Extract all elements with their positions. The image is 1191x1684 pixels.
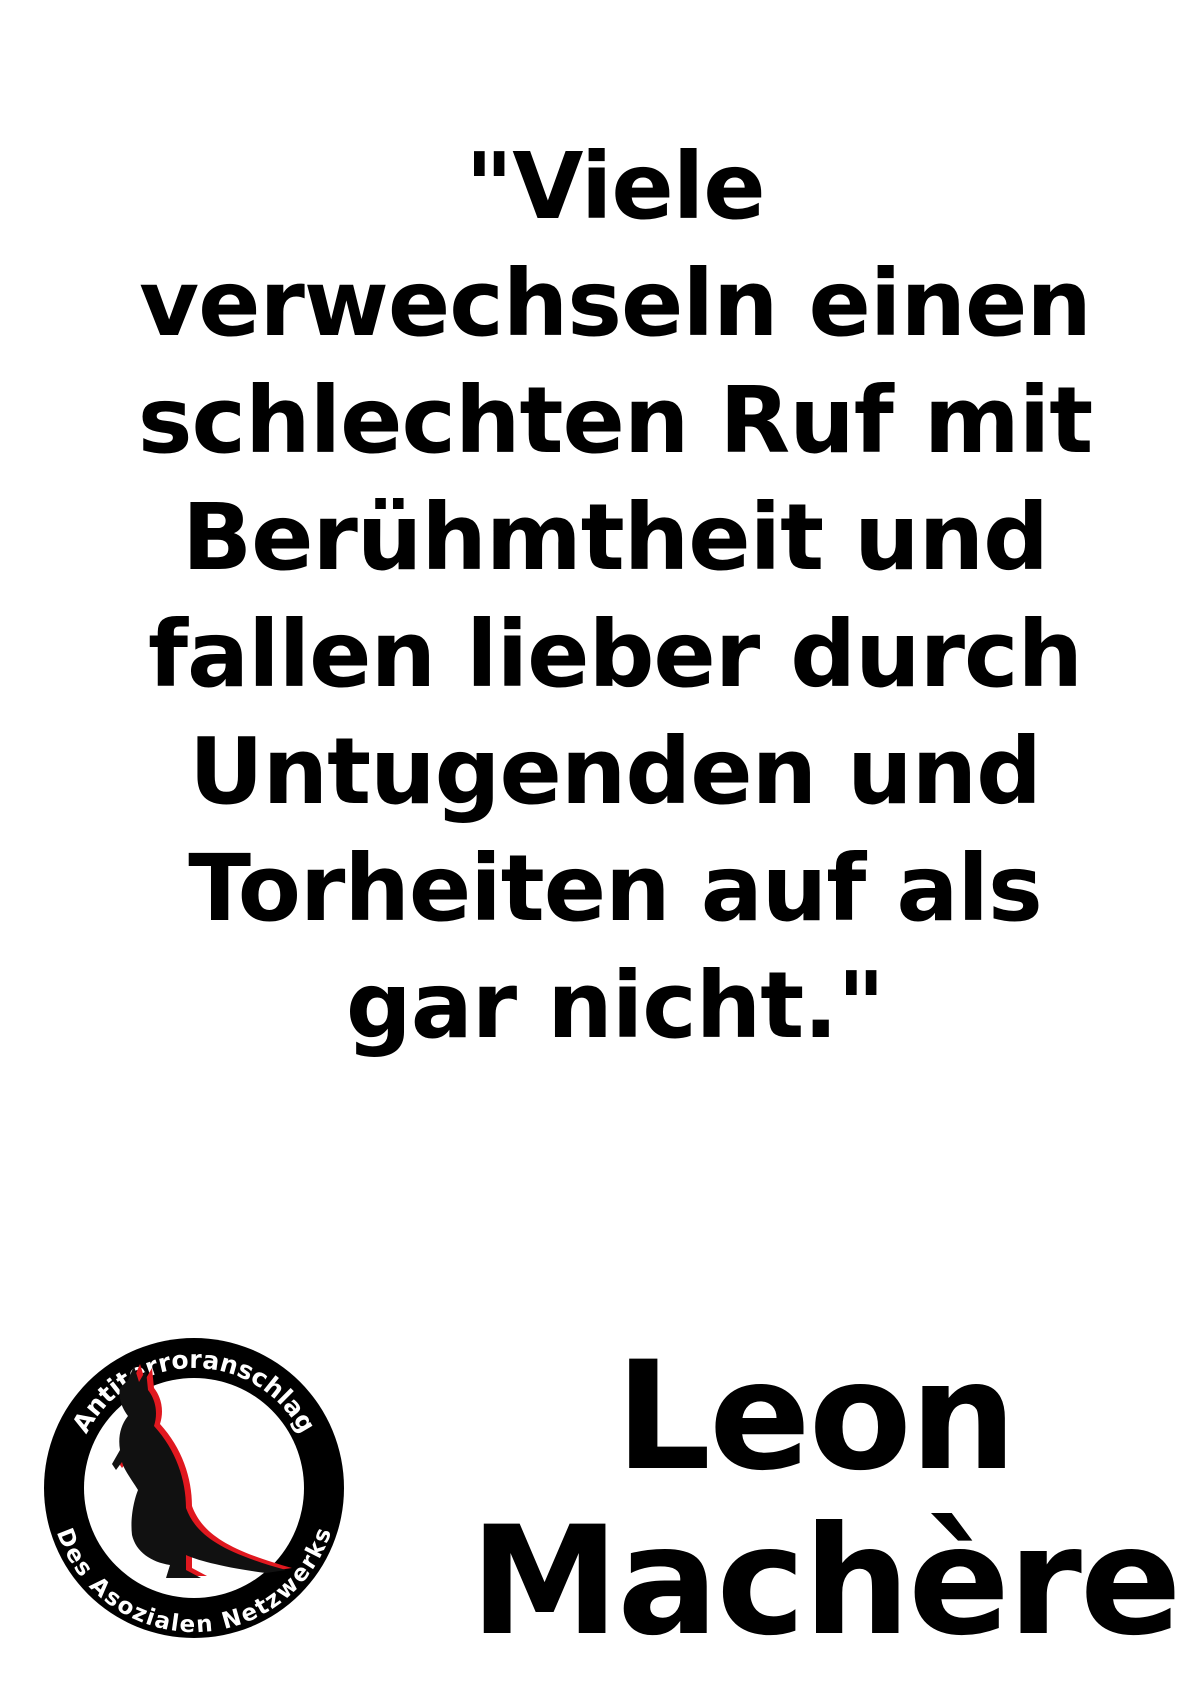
quote-line: Untugenden und [188, 718, 1042, 825]
quote-line: schlechten Ruf mit [137, 367, 1093, 474]
author-line: Machère [470, 1495, 1182, 1669]
quote-line: "Viele [465, 133, 765, 240]
kangaroo-icon: Antiterroranschlag Des Asozialen Netzwer… [44, 1338, 344, 1638]
quote-line: verwechseln einen [139, 250, 1092, 357]
quote-line: Torheiten auf als [188, 835, 1042, 942]
quote-line: Berühmtheit und [181, 484, 1049, 591]
quote-text: "Viele verwechseln einen schlechten Ruf … [60, 128, 1170, 1064]
quote-line: fallen lieber durch [148, 601, 1083, 708]
author-line: Leon [615, 1330, 1016, 1504]
author-name: Leon Machère [470, 1330, 1182, 1669]
logo: Antiterroranschlag Des Asozialen Netzwer… [36, 1330, 352, 1646]
quote-line: gar nicht." [345, 952, 885, 1059]
